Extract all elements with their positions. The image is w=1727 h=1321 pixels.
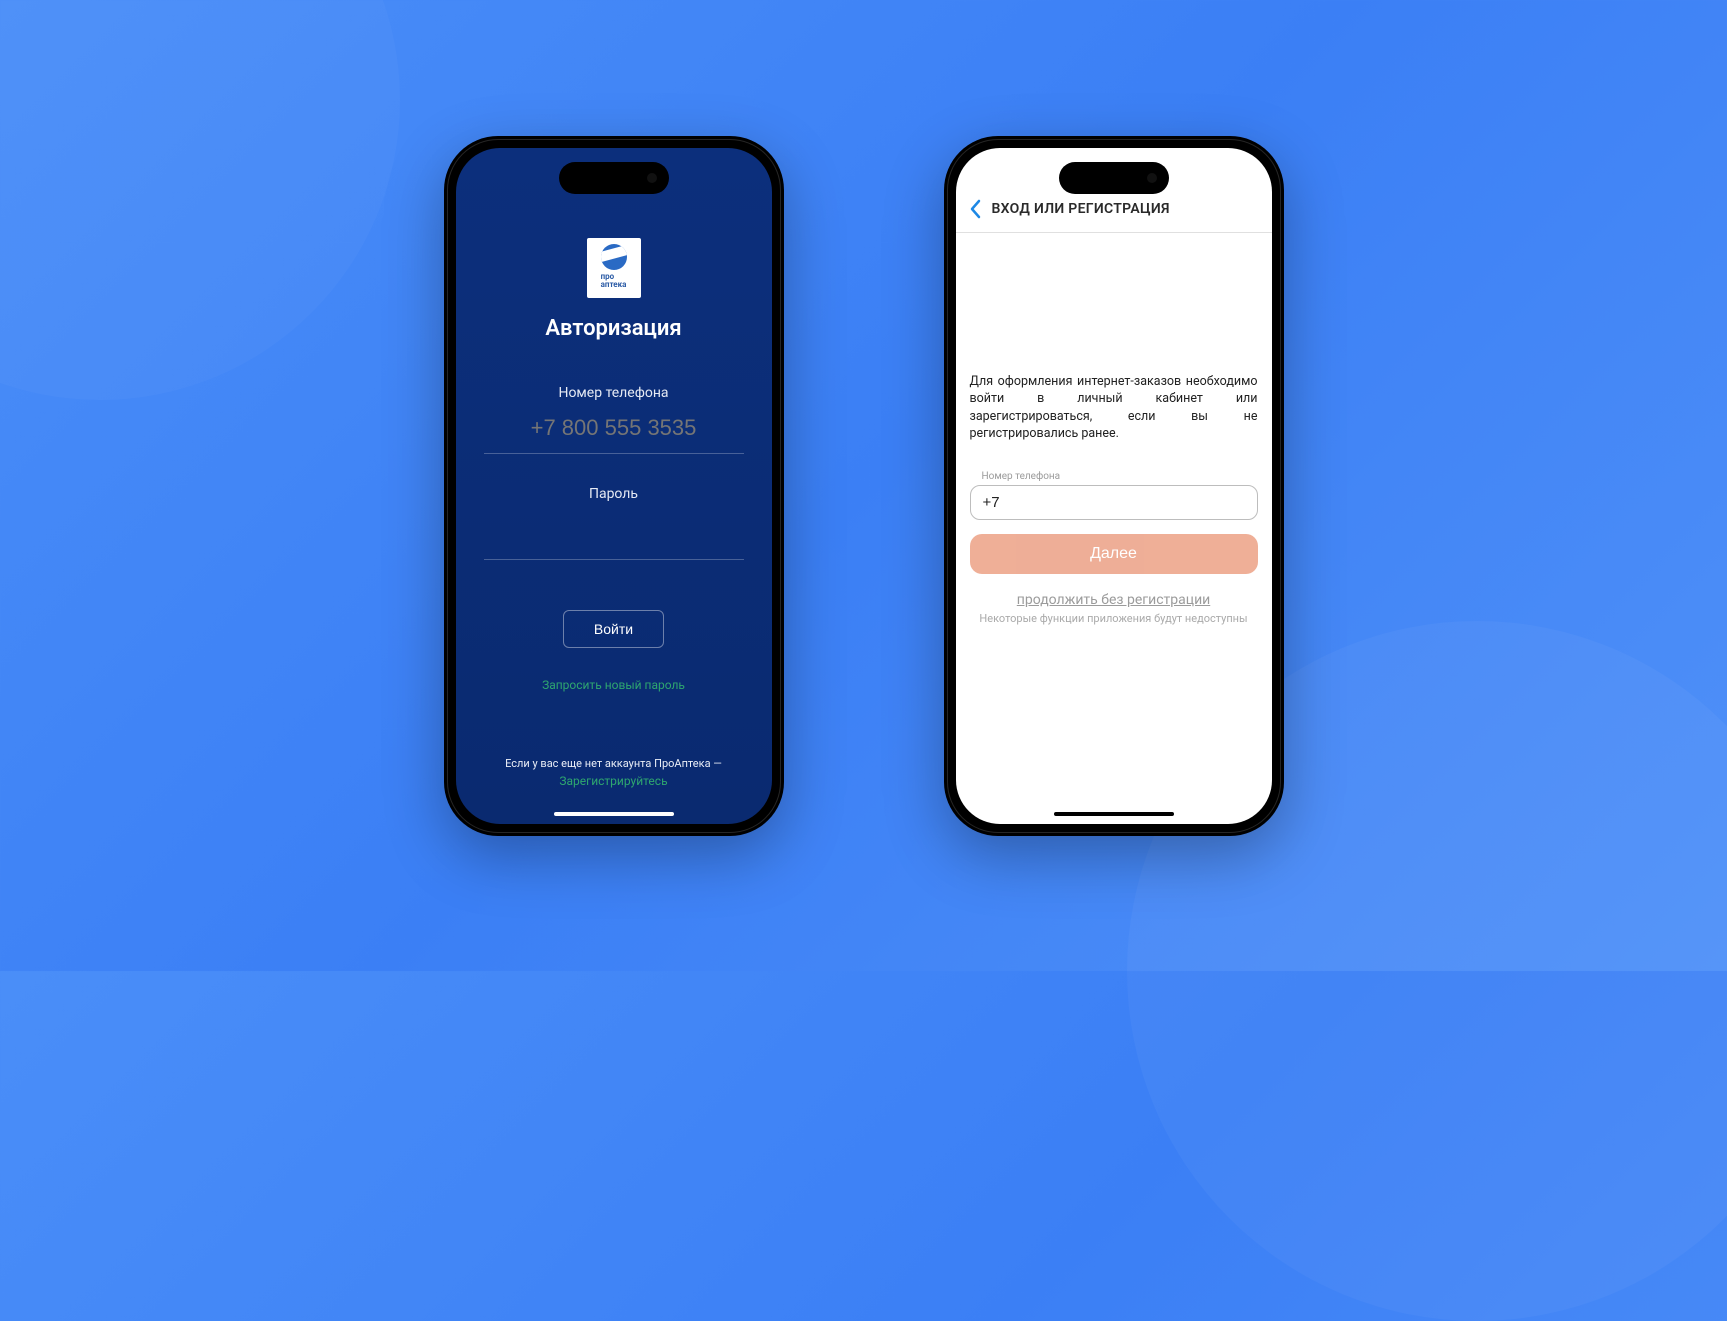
password-input[interactable] <box>484 516 744 559</box>
login-button[interactable]: Войти <box>563 610 664 648</box>
globe-icon <box>601 244 627 270</box>
phone-mockup-right: ВХОД ИЛИ РЕГИСТРАЦИЯ Для оформления инте… <box>944 136 1284 836</box>
register-link[interactable]: Зарегистрируйтесь <box>559 774 667 788</box>
nav-title: ВХОД ИЛИ РЕГИСТРАЦИЯ <box>992 201 1170 217</box>
screen-body: Для оформления интернет-заказов необходи… <box>956 233 1272 625</box>
back-button[interactable] <box>966 198 984 220</box>
phone-mockup-left: про аптека Авторизация Номер телефона Па… <box>444 136 784 836</box>
logo-line2: аптека <box>601 281 627 289</box>
app-logo: про аптека <box>587 238 641 298</box>
phone-mockups-container: про аптека Авторизация Номер телефона Па… <box>0 0 1727 971</box>
footer-text: Если у вас еще нет аккаунта ПроАптека — <box>505 757 722 770</box>
home-indicator <box>1054 812 1174 816</box>
phone-field-label: Номер телефона <box>558 385 668 401</box>
phone-field-label: Номер телефона <box>982 471 1258 482</box>
login-screen: про аптека Авторизация Номер телефона Па… <box>456 148 772 824</box>
reset-password-link[interactable]: Запросить новый пароль <box>542 678 685 692</box>
next-button[interactable]: Далее <box>970 534 1258 574</box>
nav-bar: ВХОД ИЛИ РЕГИСТРАЦИЯ <box>956 188 1272 233</box>
chevron-left-icon <box>969 199 981 219</box>
divider <box>484 453 744 454</box>
divider <box>484 559 744 560</box>
skip-note: Некоторые функции приложения будут недос… <box>970 612 1258 625</box>
logo-text: про аптека <box>601 273 627 289</box>
home-indicator <box>554 812 674 816</box>
password-field-label: Пароль <box>589 486 638 502</box>
dynamic-island <box>559 162 669 194</box>
description-text: Для оформления интернет-заказов необходи… <box>970 373 1258 471</box>
phone-input[interactable] <box>970 485 1258 520</box>
registration-screen: ВХОД ИЛИ РЕГИСТРАЦИЯ Для оформления инте… <box>956 148 1272 824</box>
skip-registration-link[interactable]: продолжить без регистрации <box>970 592 1258 608</box>
page-title: Авторизация <box>545 316 681 341</box>
dynamic-island <box>1059 162 1169 194</box>
phone-input[interactable] <box>484 415 744 453</box>
